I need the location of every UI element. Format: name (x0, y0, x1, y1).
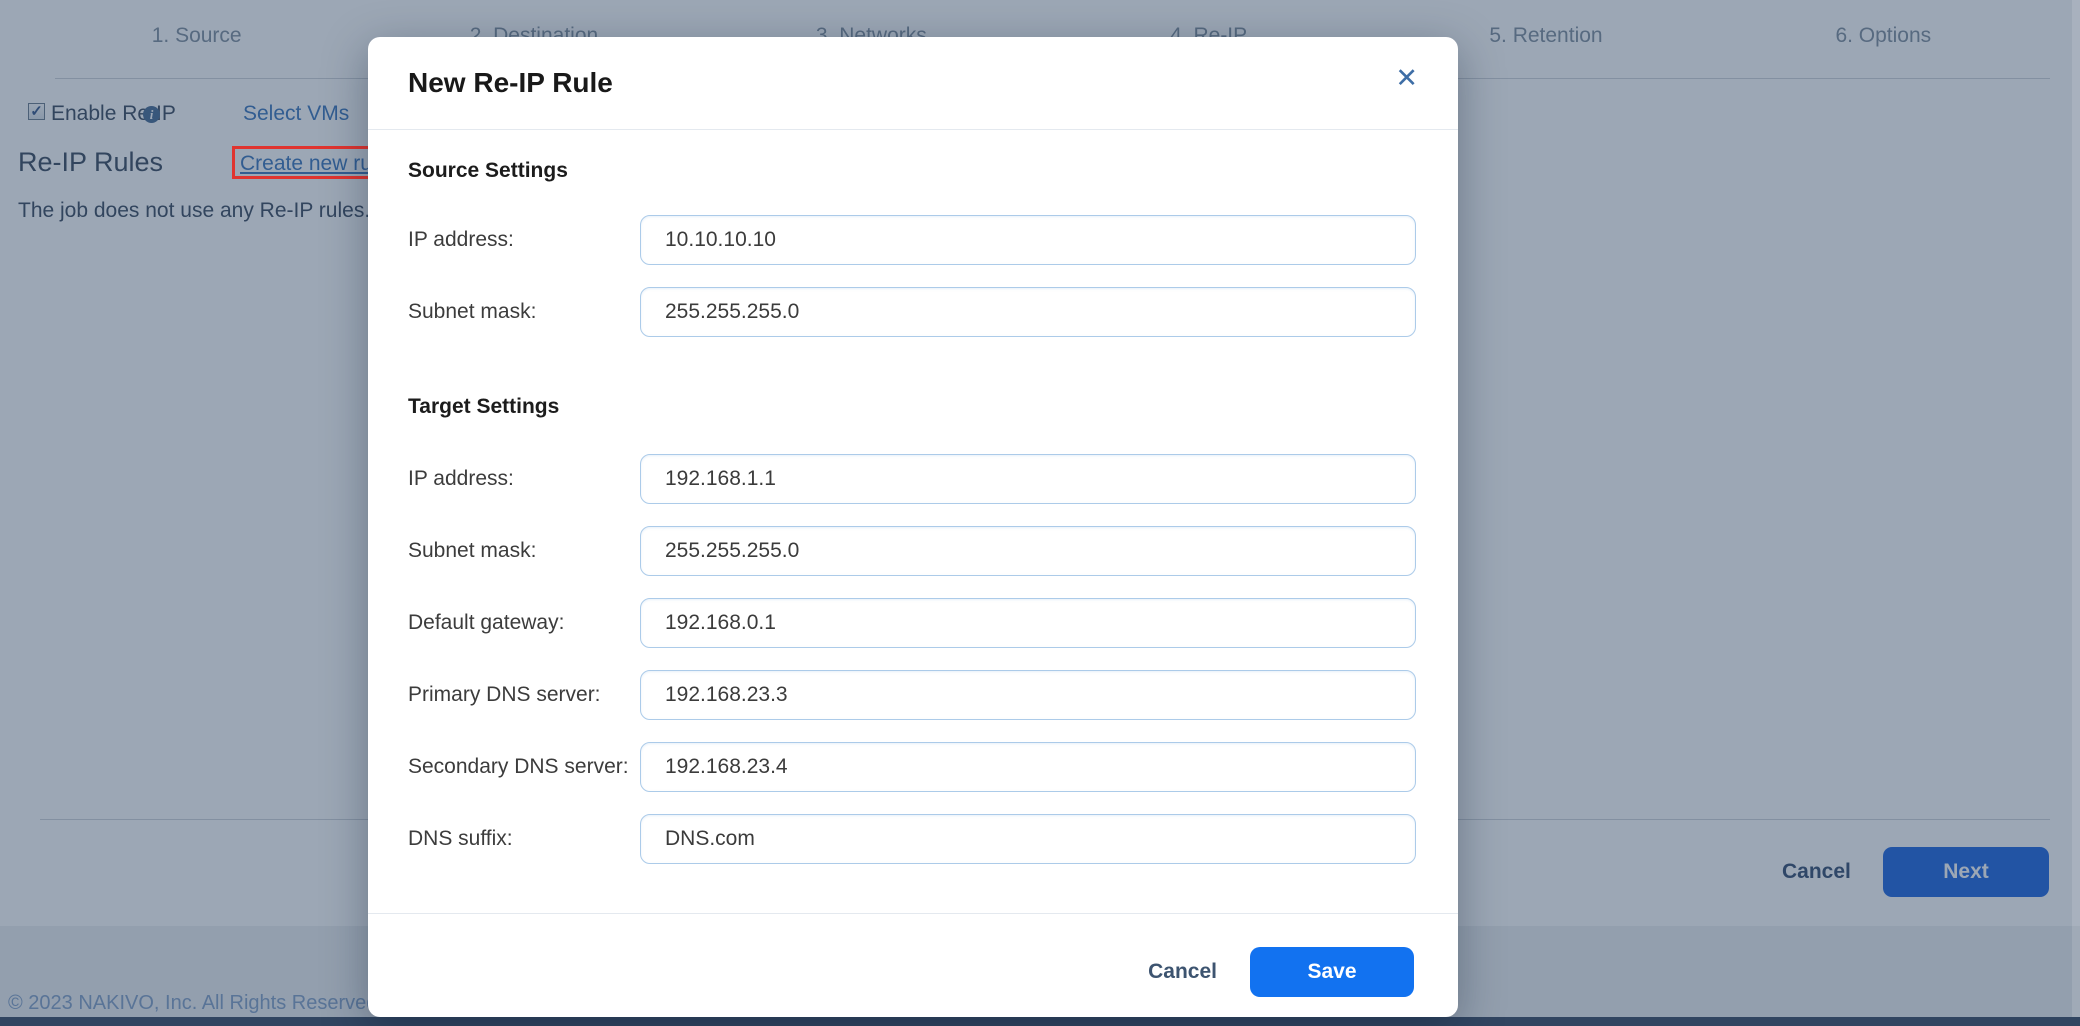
target-subnet-input[interactable] (640, 526, 1416, 576)
secondary-dns-input[interactable] (640, 742, 1416, 792)
default-gateway-label: Default gateway: (408, 611, 640, 635)
dialog-footer: Cancel Save (368, 913, 1458, 1017)
primary-dns-field-row: Primary DNS server: (408, 670, 1416, 720)
target-subnet-field-row: Subnet mask: (408, 526, 1416, 576)
default-gateway-input[interactable] (640, 598, 1416, 648)
target-settings-heading: Target Settings (408, 395, 1416, 419)
target-ip-field-row: IP address: (408, 454, 1416, 504)
dialog-title: New Re-IP Rule (408, 67, 613, 99)
target-ip-input[interactable] (640, 454, 1416, 504)
target-subnet-label: Subnet mask: (408, 539, 640, 563)
source-ip-field-row: IP address: (408, 215, 1416, 265)
source-ip-label: IP address: (408, 228, 640, 252)
source-subnet-field-row: Subnet mask: (408, 287, 1416, 337)
source-settings-heading: Source Settings (408, 159, 1416, 183)
source-ip-input[interactable] (640, 215, 1416, 265)
primary-dns-input[interactable] (640, 670, 1416, 720)
default-gateway-field-row: Default gateway: (408, 598, 1416, 648)
new-reip-rule-dialog: New Re-IP Rule ✕ Source Settings IP addr… (368, 37, 1458, 1017)
annotation-highlight-box (232, 146, 378, 179)
save-button[interactable]: Save (1250, 947, 1414, 997)
dialog-body: Source Settings IP address: Subnet mask:… (368, 159, 1458, 864)
secondary-dns-field-row: Secondary DNS server: (408, 742, 1416, 792)
reip-wizard-page: 1. Source 2. Destination 3. Networks 4. … (0, 0, 2080, 1026)
source-subnet-label: Subnet mask: (408, 300, 640, 324)
dns-suffix-field-row: DNS suffix: (408, 814, 1416, 864)
modal-cancel-button[interactable]: Cancel (1148, 960, 1217, 984)
close-icon[interactable]: ✕ (1395, 65, 1418, 92)
scrollbar-track[interactable] (2072, 0, 2080, 1017)
primary-dns-label: Primary DNS server: (408, 683, 640, 707)
secondary-dns-label: Secondary DNS server: (408, 755, 640, 779)
source-subnet-input[interactable] (640, 287, 1416, 337)
target-ip-label: IP address: (408, 467, 640, 491)
dns-suffix-label: DNS suffix: (408, 827, 640, 851)
dialog-header: New Re-IP Rule ✕ (368, 37, 1458, 130)
dns-suffix-input[interactable] (640, 814, 1416, 864)
